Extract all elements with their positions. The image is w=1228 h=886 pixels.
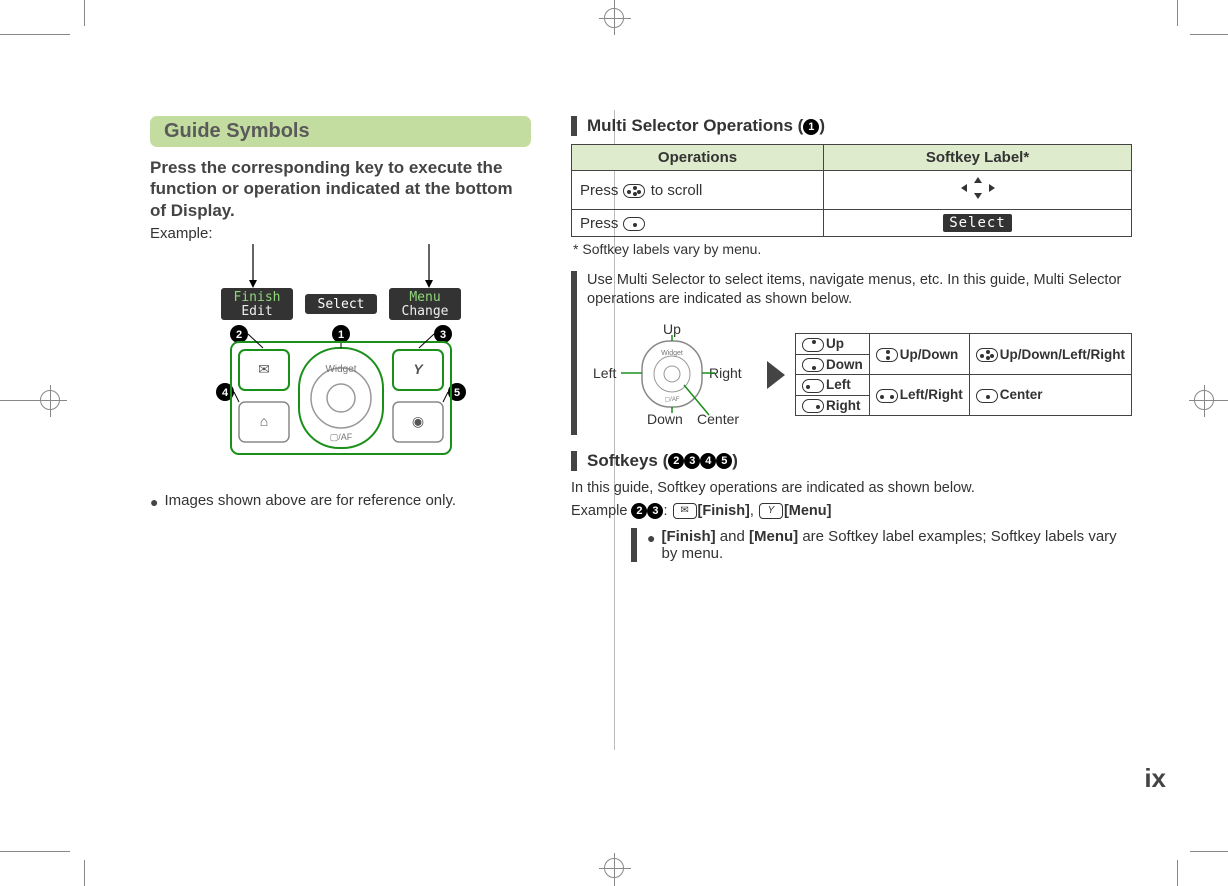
multi-selector-heading: Multi Selector Operations (1) [571, 116, 1132, 136]
select-chip: Select [943, 214, 1012, 232]
mail-key-icon: ✉ [673, 503, 697, 519]
softkey-label-header: Softkey Label* [824, 145, 1132, 171]
reference-note-text: Images shown above are for reference onl… [164, 492, 456, 510]
svg-text:Widget: Widget [661, 350, 683, 357]
marker-3-icon: 3 [684, 453, 700, 469]
operations-table: Operations Softkey Label* Press to scrol… [571, 144, 1132, 237]
row-press-center: Press [572, 210, 824, 237]
softkeys-note: ● [Finish] and [Menu] are Softkey label … [631, 528, 1132, 562]
svg-text:Widget: Widget [325, 364, 356, 375]
svg-text:1: 1 [337, 329, 343, 341]
marker-2-icon: 2 [668, 453, 684, 469]
y-key-icon: Y [759, 503, 783, 519]
svg-text:⌂: ⌂ [259, 413, 267, 429]
reference-note: ● Images shown above are for reference o… [150, 492, 531, 510]
svg-text:4: 4 [221, 387, 228, 399]
multi-selector-icon [623, 184, 645, 198]
direction-notation-table: Up Up/Down Up/Down/Left/Right Down Left … [795, 333, 1132, 416]
svg-text:▢/AF: ▢/AF [329, 432, 352, 442]
keypad-diagram: Finish Edit Select Menu Change 2 1 3 4 5 [150, 244, 531, 468]
row-press-scroll: Press to scroll [572, 171, 824, 210]
svg-text:Select: Select [317, 297, 364, 312]
multi-selector-guide: Use Multi Selector to select items, navi… [571, 271, 1132, 435]
center-press-icon [623, 217, 645, 231]
svg-text:◉: ◉ [411, 413, 423, 429]
marker-4-icon: 4 [700, 453, 716, 469]
svg-text:3: 3 [439, 329, 445, 341]
svg-text:▢/AF: ▢/AF [665, 397, 680, 403]
svg-text:Menu: Menu [409, 290, 440, 305]
operations-header: Operations [572, 145, 824, 171]
svg-text:✉: ✉ [258, 361, 270, 377]
scroll-arrows-icon [824, 171, 1132, 210]
svg-text:Edit: Edit [241, 304, 272, 319]
bullet-icon: ● [647, 528, 655, 562]
softkey-footnote: * Softkey labels vary by menu. [573, 241, 1132, 257]
svg-text:Finish: Finish [233, 290, 280, 305]
softkeys-line1: In this guide, Softkey operations are in… [571, 479, 1132, 498]
section-title: Guide Symbols [150, 116, 531, 147]
marker-1-icon: 1 [803, 119, 819, 135]
right-column: Multi Selector Operations (1) Operations… [571, 116, 1172, 840]
svg-text:Change: Change [401, 304, 448, 319]
select-label-cell: Select [824, 210, 1132, 237]
intro-text: Press the corresponding key to execute t… [150, 157, 531, 221]
marker-5-icon: 5 [716, 453, 732, 469]
softkeys-example: Example 23: ✉[Finish], Y[Menu] [571, 502, 1132, 521]
bullet-icon: ● [150, 492, 158, 510]
page-number: ix [1144, 763, 1166, 794]
svg-text:2: 2 [235, 329, 241, 341]
multi-selector-guide-text: Use Multi Selector to select items, navi… [587, 271, 1132, 309]
left-column: Guide Symbols Press the corresponding ke… [56, 116, 531, 840]
arrow-right-icon [767, 361, 785, 389]
svg-text:5: 5 [453, 387, 459, 399]
selector-direction-diagram: Up Left Right Down Center Widget ▢/AF [587, 315, 757, 435]
example-label: Example: [150, 225, 531, 242]
softkeys-heading: Softkeys (2345) [571, 451, 1132, 471]
